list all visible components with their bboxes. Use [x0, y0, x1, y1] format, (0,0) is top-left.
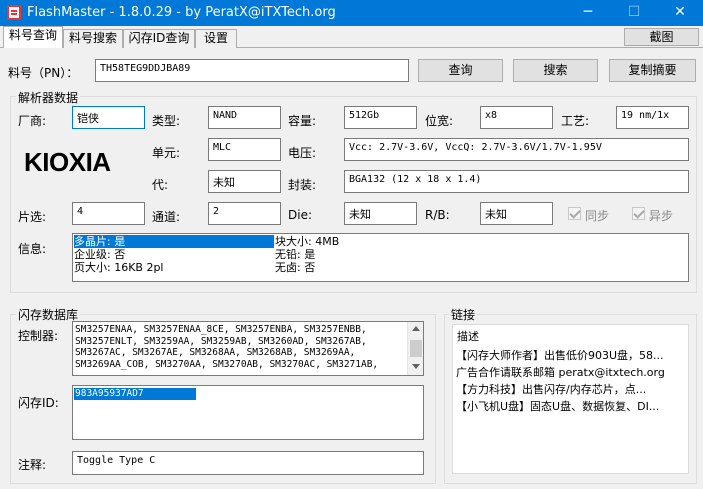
type-label: 类型: — [152, 114, 181, 128]
capacity-label: 容量: — [288, 114, 317, 128]
info-enterprise: 企业级: 否 — [74, 248, 126, 261]
part-number-input[interactable]: TH58TEG9DDJBA89 — [95, 59, 409, 82]
query-button[interactable]: 查询 — [418, 59, 503, 82]
flash-db-title: 闪存数据库 — [16, 306, 81, 323]
process-label: 工艺: — [561, 114, 590, 128]
type-field[interactable]: NAND — [208, 106, 281, 129]
die-label: Die: — [288, 208, 312, 222]
tab-part-search[interactable]: 料号搜索 — [63, 29, 123, 48]
width-field[interactable]: x8 — [480, 106, 553, 129]
close-button[interactable]: ✕ — [657, 0, 703, 26]
vendor-label: 厂商: — [18, 114, 47, 128]
links-title: 链接 — [449, 306, 478, 323]
info-label: 信息: — [18, 242, 47, 256]
controller-label: 控制器: — [18, 329, 59, 343]
process-field[interactable]: 19 nm/1x — [616, 106, 689, 129]
controller-line: SM3267AC, SM3267AE, SM3268AA, SM3268AB, … — [75, 347, 356, 358]
cell-label: 单元: — [152, 146, 181, 160]
link-item[interactable]: 【小飞机U盘】固态U盘、数据恢复、DI... — [456, 398, 659, 415]
vendor-logo: KIOXIA — [24, 147, 111, 177]
decoder-group-title: 解析器数据 — [16, 89, 81, 106]
tab-part-query[interactable]: 料号查询 — [3, 26, 63, 48]
async-label: 异步 — [649, 209, 674, 223]
cell-field[interactable]: MLC — [208, 138, 281, 161]
controller-scrollbar[interactable] — [407, 322, 423, 375]
chip-enable-label: 片选: — [18, 210, 47, 224]
link-item[interactable]: 广告合作请联系邮箱 peratx@itxtech.org — [456, 364, 665, 381]
voltage-field[interactable]: Vcc: 2.7V-3.6V, VccQ: 2.7V-3.6V/1.7V-1.9… — [344, 138, 689, 161]
tab-flash-id-query[interactable]: 闪存ID查询 — [123, 29, 195, 48]
flash-id-label: 闪存ID: — [18, 396, 59, 410]
tab-settings[interactable]: 设置 — [195, 29, 237, 48]
info-block-size: 块大小: 4MB — [275, 235, 340, 248]
sync-label: 同步 — [585, 209, 610, 223]
maximize-button[interactable]: ☐ — [611, 0, 657, 26]
vendor-field[interactable]: 铠侠 — [72, 106, 145, 129]
async-checkbox[interactable] — [632, 207, 645, 220]
generation-field[interactable]: 未知 — [208, 170, 281, 193]
generation-label: 代: — [152, 178, 169, 192]
controller-line: SM3257ENLT, SM3259AA, SM3259AB, SM3260AD… — [75, 335, 367, 347]
info-box[interactable]: 多晶片: 是 块大小: 4MB 企业级: 否 无铅: 是 页大小: 16KB 2… — [72, 233, 689, 282]
capacity-field[interactable]: 512Gb — [344, 106, 417, 129]
part-number-label: 料号（PN）： — [8, 66, 79, 80]
package-field[interactable]: BGA132 (12 x 18 x 1.4) — [344, 170, 689, 193]
window-title: FlashMaster - 1.8.0.29 - by PeratX@iTXTe… — [27, 5, 336, 20]
flash-id-item[interactable]: 983A95937AD7 — [74, 388, 196, 400]
scroll-down-arrow-icon[interactable] — [412, 364, 420, 369]
link-item[interactable]: 【闪存大师作者】出售低价903U盘，58... — [456, 347, 664, 364]
scroll-up-arrow-icon[interactable] — [412, 326, 420, 331]
info-lead-free: 无铅: 是 — [275, 248, 316, 261]
die-field[interactable]: 未知 — [344, 202, 417, 225]
controller-line: SM3257ENAA, SM3257ENAA_8CE, SM3257ENBA, … — [75, 324, 367, 335]
search-button[interactable]: 搜索 — [513, 59, 598, 82]
info-multi-plane: 多晶片: 是 — [74, 235, 274, 248]
controller-line: SM3269AA_COB, SM3270AA, SM3270AB, SM3270… — [75, 358, 379, 370]
screenshot-button[interactable]: 截图 — [624, 28, 699, 46]
rb-field[interactable]: 未知 — [480, 202, 553, 225]
link-item[interactable]: 【方力科技】出售闪存/内存芯片，点... — [456, 381, 646, 398]
copy-summary-button[interactable]: 复制摘要 — [609, 59, 696, 82]
flash-id-list[interactable]: 983A95937AD7 — [72, 385, 424, 440]
sync-checkbox[interactable] — [568, 207, 581, 220]
controller-list[interactable]: SM3257ENAA, SM3257ENAA_8CE, SM3257ENBA, … — [72, 321, 424, 376]
info-page-size: 页大小: 16KB 2pl — [74, 261, 164, 274]
title-bar: FlashMaster - 1.8.0.29 - by PeratX@iTXTe… — [0, 0, 703, 26]
links-column-header: 描述 — [457, 330, 479, 343]
minimize-button[interactable]: ─ — [565, 0, 611, 26]
channel-label: 通道: — [152, 210, 181, 224]
scroll-thumb[interactable] — [410, 340, 422, 357]
note-field[interactable]: Toggle Type C — [72, 451, 424, 475]
rb-label: R/B: — [425, 208, 450, 222]
chip-enable-field[interactable]: 4 — [72, 202, 145, 225]
package-label: 封装: — [288, 178, 317, 192]
voltage-label: 电压: — [288, 146, 317, 160]
app-icon — [7, 5, 21, 20]
note-label: 注释: — [18, 458, 47, 472]
channel-field[interactable]: 2 — [208, 202, 281, 225]
info-halogen-free: 无卤: 否 — [275, 261, 316, 274]
width-label: 位宽: — [425, 114, 454, 128]
links-list[interactable]: 描述 【闪存大师作者】出售低价903U盘，58... 广告合作请联系邮箱 per… — [452, 324, 689, 474]
